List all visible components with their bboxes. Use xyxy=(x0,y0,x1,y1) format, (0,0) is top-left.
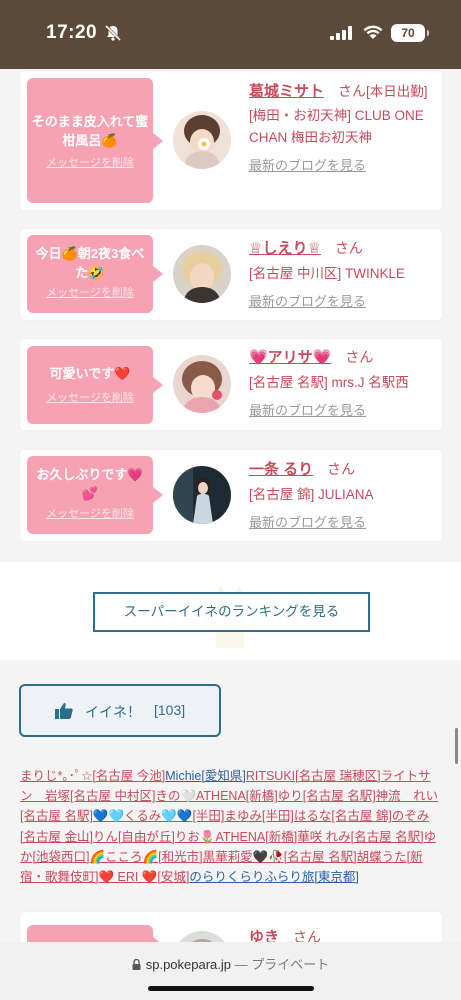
honorific: さん xyxy=(345,349,374,365)
status-label: [本日出勤] xyxy=(366,84,428,99)
latest-blog-link[interactable]: 最新のブログを見る xyxy=(249,512,366,531)
liker-link[interactable]: [名古屋 名駅] xyxy=(20,809,93,823)
liker-link[interactable]: りお🌷ATHENA xyxy=(175,830,265,844)
message-bubble: お久しぶりです💗💕 メッセージを削除 xyxy=(27,456,163,534)
cast-name-link[interactable]: ♕しえり♕ xyxy=(249,240,321,257)
battery-indicator: 70 xyxy=(391,24,429,42)
liker-link[interactable]: [半田] xyxy=(192,809,224,823)
url-display[interactable]: sp.pokepara.jp — プライベート xyxy=(0,954,461,973)
latest-blog-link[interactable]: 最新のブログを見る xyxy=(249,155,366,174)
message-text: 今日🍊朝2夜3食べた🤣 xyxy=(35,246,145,280)
honorific: さん xyxy=(327,461,356,477)
cast-info: 💗アリサ💗 さん [名古屋 名駅] mrs.J 名駅西 最新のブログを見る xyxy=(249,346,439,420)
message-bubble: そのまま皮入れて蜜柑風呂🍊 メッセージを削除 xyxy=(27,78,163,203)
message-card: 今日🍊朝2夜3食べた🤣 メッセージを削除 ♕しえり♕ さん [名古屋 中川区] T… xyxy=(20,229,442,320)
liker-link[interactable]: 胡蝶うた xyxy=(357,850,407,864)
private-label: — プライベート xyxy=(234,957,330,972)
browser-url-bar[interactable]: sp.pokepara.jp — プライベート xyxy=(0,942,461,1000)
home-indicator xyxy=(148,986,314,991)
message-bubble: 今日🍊朝2夜3食べた🤣 メッセージを削除 xyxy=(27,235,163,313)
ranking-button[interactable]: スーパーイイネのランキングを見る xyxy=(93,592,370,632)
ranking-section: スーパーイイネのランキングを見る xyxy=(0,562,461,660)
delete-message-link[interactable]: メッセージを削除 xyxy=(46,505,134,521)
like-button[interactable]: イイネ！ [103] xyxy=(19,684,221,737)
liker-link[interactable]: のぞみ xyxy=(392,809,430,823)
liker-link[interactable]: [名古屋 瑞穂区] xyxy=(295,769,380,783)
shop-name: [名古屋 名駅] mrs.J 名駅西 xyxy=(249,375,409,390)
wifi-icon xyxy=(363,25,383,39)
bell-muted-icon xyxy=(104,24,122,42)
liker-link[interactable]: のらりくらりふらり旅 xyxy=(189,870,314,884)
liker-link[interactable]: ❤️ ERI ❤️ xyxy=(98,870,157,884)
cast-info: ♕しえり♕ さん [名古屋 中川区] TWINKLE 最新のブログを見る xyxy=(249,237,439,311)
liker-link[interactable]: 🌈こころ🌈 xyxy=(89,850,158,864)
cast-name-link[interactable]: 葛城ミサト xyxy=(249,83,324,100)
liker-link[interactable]: まゆみ xyxy=(224,809,262,823)
liker-link[interactable]: [名古屋 名駅] xyxy=(351,830,424,844)
liker-link[interactable]: [名古屋 名駅] xyxy=(284,850,357,864)
message-card: 可愛いです❤️ メッセージを削除 💗アリサ💗 さん [名古屋 名駅] mrs.J … xyxy=(20,339,442,430)
liker-link[interactable]: [自由が丘] xyxy=(118,830,175,844)
liker-link[interactable]: [名古屋 金山] xyxy=(20,830,93,844)
status-time: 17:20 xyxy=(46,22,98,43)
liker-link[interactable]: りん xyxy=(93,830,118,844)
message-card: お久しぶりです💗💕 メッセージを削除 一条 るり さん [名古屋 錦] JULIA… xyxy=(20,450,442,541)
avatar[interactable] xyxy=(173,111,231,169)
liker-link[interactable]: 黒華莉愛🖤🥀 xyxy=(203,850,284,864)
latest-blog-link[interactable]: 最新のブログを見る xyxy=(249,291,366,310)
liker-link[interactable]: [新橋] xyxy=(246,789,278,803)
liker-link[interactable]: [東京都] xyxy=(314,870,358,884)
lock-icon xyxy=(132,959,141,970)
liker-link[interactable]: Michie xyxy=(165,769,201,783)
liker-link[interactable]: [名古屋 錦] xyxy=(331,809,391,823)
like-count: [103] xyxy=(154,702,186,718)
thumbs-up-icon xyxy=(55,703,73,719)
liker-link[interactable]: [名古屋 今池] xyxy=(92,769,165,783)
latest-blog-link[interactable]: 最新のブログを見る xyxy=(249,400,366,419)
avatar[interactable] xyxy=(173,355,231,413)
delete-message-link[interactable]: メッセージを削除 xyxy=(46,389,134,405)
cast-name-link[interactable]: 💗アリサ💗 xyxy=(249,349,331,366)
cast-name-link[interactable]: 一条 るり xyxy=(249,461,313,478)
delete-message-link[interactable]: メッセージを削除 xyxy=(46,284,134,300)
shop-name: [梅田・お初天神] CLUB ONE CHAN 梅田お初天神 xyxy=(249,108,424,145)
message-bubble: 可愛いです❤️ メッセージを削除 xyxy=(27,346,163,424)
liker-link[interactable]: きの🤍ATHENA xyxy=(155,789,245,803)
shop-name: [名古屋 中川区] TWINKLE xyxy=(249,266,406,281)
liker-link[interactable]: まりじ*｡･ﾟ☆ xyxy=(20,769,92,783)
liker-link[interactable]: [名古屋 名駅] xyxy=(303,789,376,803)
liker-link[interactable]: [池袋西口] xyxy=(33,850,90,864)
liker-link[interactable]: [安城] xyxy=(157,870,189,884)
liker-link[interactable]: RITSUKI xyxy=(246,769,295,783)
liker-link[interactable]: [名古屋 中村区] xyxy=(70,789,155,803)
liker-link[interactable]: [和光市] xyxy=(158,850,202,864)
liker-link[interactable]: ゆり xyxy=(278,789,303,803)
shop-name: [名古屋 錦] JULIANA xyxy=(249,487,374,502)
message-text: そのまま皮入れて蜜柑風呂🍊 xyxy=(31,114,149,148)
likers-list: まりじ*｡･ﾟ☆[名古屋 今池]Michie[愛知県]RITSUKI[名古屋 瑞… xyxy=(20,766,440,887)
liker-link[interactable]: [愛知県] xyxy=(201,769,245,783)
cast-info: 一条 るり さん [名古屋 錦] JULIANA 最新のブログを見る xyxy=(249,458,439,532)
delete-message-link[interactable]: メッセージを削除 xyxy=(46,154,134,170)
liker-link[interactable]: [半田] xyxy=(262,809,294,823)
avatar[interactable] xyxy=(173,466,231,524)
honorific: さん xyxy=(334,240,363,256)
scrollbar[interactable] xyxy=(455,728,458,764)
liker-link[interactable]: 💙🩵くるみ🩵💙 xyxy=(93,809,193,823)
message-card: そのまま皮入れて蜜柑風呂🍊 メッセージを削除 葛城ミサト さん[本日出勤] [梅田… xyxy=(20,71,442,210)
message-text: 可愛いです❤️ xyxy=(49,366,131,381)
honorific: さん xyxy=(338,83,367,99)
message-text: お久しぶりです💗💕 xyxy=(36,467,144,501)
url-domain: sp.pokepara.jp xyxy=(145,957,232,972)
liker-link[interactable]: 神流 れい xyxy=(376,789,439,803)
liker-link[interactable]: はるな xyxy=(294,809,332,823)
cellular-signal-icon xyxy=(330,26,352,40)
like-label: イイネ！ xyxy=(85,704,141,720)
avatar[interactable] xyxy=(173,245,231,303)
liker-link[interactable]: 華咲 れみ xyxy=(297,830,350,844)
liker-link[interactable]: [新橋] xyxy=(265,830,297,844)
status-bar: 17:20 70 xyxy=(0,0,461,69)
cast-info: 葛城ミサト さん[本日出勤] [梅田・お初天神] CLUB ONE CHAN 梅田… xyxy=(249,80,439,175)
